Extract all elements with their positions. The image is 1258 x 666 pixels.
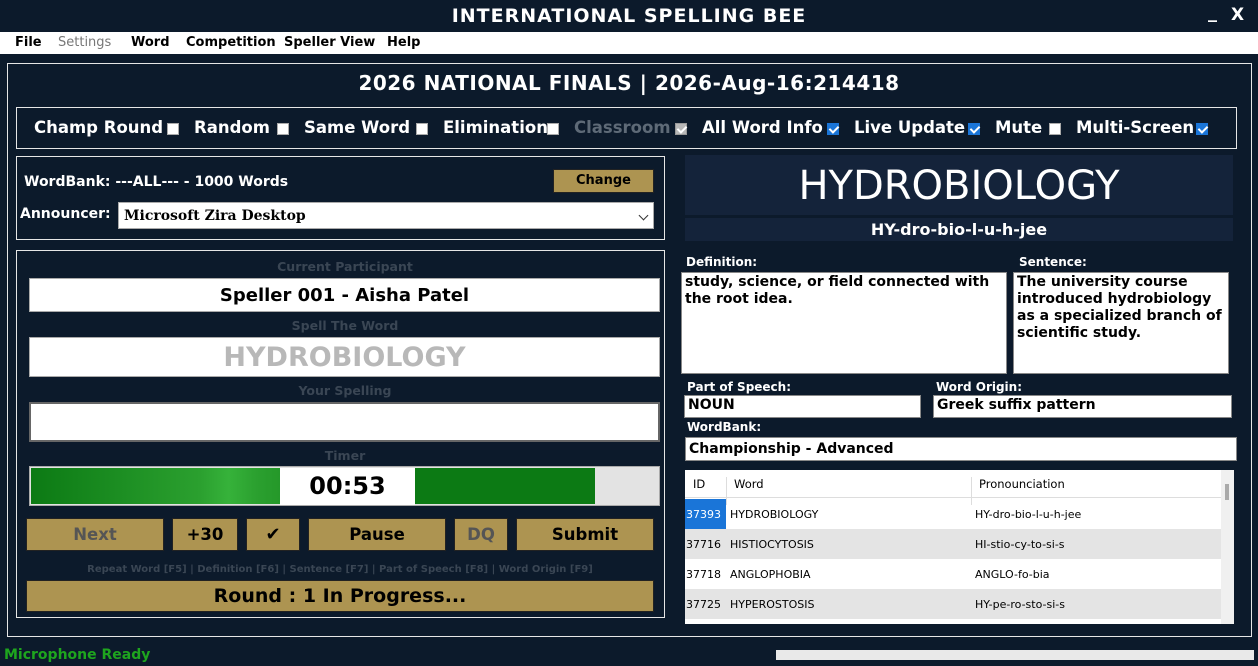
timer-value: 00:53 xyxy=(280,468,415,505)
definition-box: study, science, or field connected with … xyxy=(681,272,1007,374)
live-update-checkbox[interactable] xyxy=(968,123,980,135)
option-champ-round-label: Champ Round xyxy=(34,118,164,137)
definition-label: Definition: xyxy=(686,255,758,269)
round-status-bar: Round : 1 In Progress... xyxy=(26,580,654,612)
option-same-word-label: Same Word xyxy=(304,118,411,137)
header-word[interactable]: Word xyxy=(734,477,764,491)
current-participant-label: Current Participant xyxy=(277,259,413,274)
table-row[interactable]: 37718 ANGLOPHOBIA ANGLO-fo-bia xyxy=(685,559,1221,589)
chevron-down-icon xyxy=(638,210,649,221)
wordbank-summary: WordBank: ---ALL--- - 1000 Words xyxy=(24,174,289,190)
pronunciation-display: HY-dro-bio-l-u-h-jee xyxy=(685,218,1233,241)
menu-file[interactable]: File xyxy=(15,35,42,50)
word-origin-label: Word Origin: xyxy=(936,380,1023,394)
table-row[interactable]: 37393 HYDROBIOLOGY HY-dro-bio-l-u-h-jee xyxy=(685,499,1221,529)
menu-word[interactable]: Word xyxy=(131,35,170,50)
header-id[interactable]: ID xyxy=(693,477,705,491)
announcer-value: Microsoft Zira Desktop xyxy=(124,208,306,224)
scrollbar-thumb[interactable] xyxy=(1225,484,1229,500)
option-classroom-label: Classroom xyxy=(574,118,671,137)
menu-competition[interactable]: Competition xyxy=(186,35,276,50)
elimination-checkbox[interactable] xyxy=(547,123,559,135)
timer-bar: 00:53 xyxy=(29,466,660,506)
same-word-checkbox[interactable] xyxy=(416,123,428,135)
change-wordbank-button[interactable]: Change xyxy=(553,169,654,193)
current-participant-field: Speller 001 - Aisha Patel xyxy=(29,278,660,312)
submit-button[interactable]: Submit xyxy=(516,518,654,551)
status-progress-bar xyxy=(776,650,1254,660)
option-all-word-info-label: All Word Info xyxy=(702,118,823,137)
status-text: Microphone Ready xyxy=(4,647,151,663)
spell-word-field: HYDROBIOLOGY xyxy=(29,337,660,377)
part-of-speech-box: NOUN xyxy=(684,395,921,418)
classroom-checkbox[interactable] xyxy=(675,123,687,135)
mute-checkbox[interactable] xyxy=(1049,123,1061,135)
champ-round-checkbox[interactable] xyxy=(167,123,179,135)
your-spelling-label: Your Spelling xyxy=(298,383,392,398)
option-mute-label: Mute xyxy=(995,118,1043,137)
title-bar: INTERNATIONAL SPELLING BEE _ X xyxy=(0,0,1258,32)
pause-button[interactable]: Pause xyxy=(308,518,446,551)
wordbank-box: Championship - Advanced xyxy=(685,437,1237,461)
next-button[interactable]: Next xyxy=(26,518,164,551)
sentence-label: Sentence: xyxy=(1019,255,1087,269)
shortcut-hints: Repeat Word [F5] | Definition [F6] | Sen… xyxy=(87,564,593,575)
add-30-button[interactable]: +30 xyxy=(172,518,238,551)
word-origin-box: Greek suffix pattern xyxy=(933,395,1232,418)
dq-button[interactable]: DQ xyxy=(454,518,508,551)
current-word-display: HYDROBIOLOGY xyxy=(685,155,1233,215)
option-elimination-label: Elimination xyxy=(443,118,548,137)
table-scrollbar[interactable] xyxy=(1221,470,1234,624)
check-icon: ✔ xyxy=(265,524,281,545)
sentence-box: The university course introduced hydrobi… xyxy=(1013,272,1229,374)
menu-bar: File Settings Word Competition Speller V… xyxy=(0,32,1258,54)
event-heading: 2026 NATIONAL FINALS | 2026-Aug-16:21441… xyxy=(358,71,900,95)
minimize-button[interactable]: _ xyxy=(1208,2,1217,23)
app-title: INTERNATIONAL SPELLING BEE xyxy=(451,5,807,27)
word-table: ID Word Pronounciation 37393 HYDROBIOLOG… xyxy=(685,470,1221,624)
wordbank-label: WordBank: xyxy=(687,420,762,434)
part-of-speech-label: Part of Speech: xyxy=(687,380,792,394)
announcer-select[interactable]: Microsoft Zira Desktop xyxy=(118,202,654,229)
announcer-label: Announcer: xyxy=(20,206,111,222)
table-row[interactable]: 37725 HYPEROSTOSIS HY-pe-ro-sto-si-s xyxy=(685,589,1221,619)
all-word-info-checkbox[interactable] xyxy=(827,123,839,135)
menu-help[interactable]: Help xyxy=(387,35,420,50)
option-live-update-label: Live Update xyxy=(854,118,966,137)
your-spelling-input[interactable] xyxy=(29,402,660,442)
menu-speller-view[interactable]: Speller View xyxy=(284,35,375,50)
timer-label: Timer xyxy=(324,448,366,463)
check-button[interactable]: ✔ xyxy=(246,518,300,551)
table-header: ID Word Pronounciation xyxy=(685,470,1221,505)
table-row[interactable]: 37716 HISTIOCYTOSIS HI-stio-cy-to-si-s xyxy=(685,529,1221,559)
spell-word-label: Spell The Word xyxy=(291,318,399,333)
menu-settings[interactable]: Settings xyxy=(58,35,111,50)
option-random-label: Random xyxy=(194,118,270,137)
option-multi-screen-label: Multi-Screen xyxy=(1076,118,1195,137)
multi-screen-checkbox[interactable] xyxy=(1196,123,1208,135)
random-checkbox[interactable] xyxy=(277,123,289,135)
header-pronunciation[interactable]: Pronounciation xyxy=(979,477,1065,491)
close-button[interactable]: X xyxy=(1231,5,1244,25)
